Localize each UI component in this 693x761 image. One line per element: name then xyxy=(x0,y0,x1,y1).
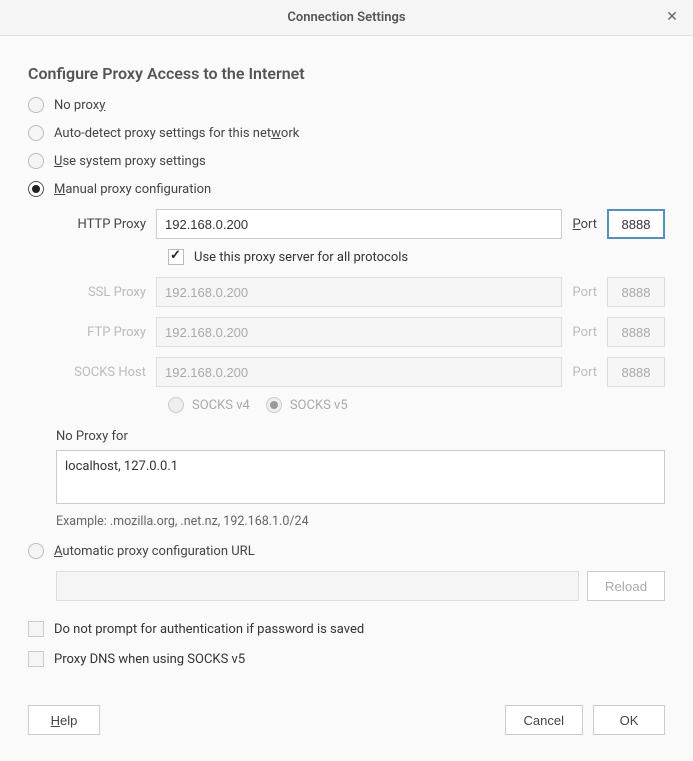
page-heading: Configure Proxy Access to the Internet xyxy=(28,64,665,83)
http-proxy-input[interactable] xyxy=(156,209,562,239)
radio-icon xyxy=(28,543,44,559)
dialog-footer: Help Cancel OK xyxy=(0,699,693,755)
autoconfig-url-input xyxy=(56,571,579,601)
titlebar: Connection Settings ✕ xyxy=(0,0,693,36)
help-button[interactable]: Help xyxy=(28,705,100,735)
no-proxy-for-input[interactable] xyxy=(56,450,665,504)
socks-v5-label: SOCKS v5 xyxy=(290,398,348,413)
ssl-port-label: Port xyxy=(572,285,597,300)
radio-icon xyxy=(28,153,44,169)
socks-port-input xyxy=(607,357,665,387)
ssl-proxy-row: SSL Proxy Port xyxy=(56,277,665,307)
radio-autodetect[interactable]: Auto-detect proxy settings for this netw… xyxy=(28,125,665,141)
ok-button[interactable]: OK xyxy=(593,705,665,735)
radio-system-proxy[interactable]: Use system proxy settings xyxy=(28,153,665,169)
socks-host-input xyxy=(156,357,562,387)
ftp-port-label: Port xyxy=(572,325,597,340)
radio-label: No proxy xyxy=(54,98,105,113)
radio-icon xyxy=(28,125,44,141)
ftp-proxy-label: FTP Proxy xyxy=(56,325,146,340)
checkbox-icon xyxy=(28,621,44,637)
http-port-label: Port xyxy=(572,217,597,232)
ssl-port-input xyxy=(607,277,665,307)
http-proxy-row: HTTP Proxy Port xyxy=(56,209,665,239)
radio-label: Automatic proxy configuration URL xyxy=(54,544,255,559)
ftp-proxy-input xyxy=(156,317,562,347)
socks-v4-label: SOCKS v4 xyxy=(192,398,250,413)
ftp-proxy-row: FTP Proxy Port xyxy=(56,317,665,347)
autoconfig-url-row: Reload xyxy=(56,571,665,601)
radio-autoconfig-url[interactable]: Automatic proxy configuration URL xyxy=(28,543,665,559)
no-proxy-example: Example: .mozilla.org, .net.nz, 192.168.… xyxy=(56,514,665,529)
radio-socks-v5 xyxy=(266,397,282,413)
radio-icon xyxy=(28,181,44,197)
checkbox-label: Use this proxy server for all protocols xyxy=(194,250,408,265)
bottom-options: Do not prompt for authentication if pass… xyxy=(28,621,665,667)
radio-label: Use system proxy settings xyxy=(54,154,206,169)
http-port-input[interactable] xyxy=(607,209,665,239)
checkbox-icon xyxy=(168,249,184,265)
proxy-dns-socks5-checkbox[interactable]: Proxy DNS when using SOCKS v5 xyxy=(28,651,665,667)
window-title: Connection Settings xyxy=(287,10,405,25)
http-proxy-label: HTTP Proxy xyxy=(56,217,146,232)
manual-proxy-section: HTTP Proxy Port Use this proxy server fo… xyxy=(56,209,665,413)
reload-button: Reload xyxy=(587,571,665,601)
ssl-proxy-label: SSL Proxy xyxy=(56,285,146,300)
use-all-protocols-checkbox[interactable]: Use this proxy server for all protocols xyxy=(168,249,665,265)
ssl-proxy-input xyxy=(156,277,562,307)
radio-manual-proxy[interactable]: Manual proxy configuration xyxy=(28,181,665,197)
socks-host-row: SOCKS Host Port xyxy=(56,357,665,387)
radio-label: Auto-detect proxy settings for this netw… xyxy=(54,126,299,141)
socks-host-label: SOCKS Host xyxy=(56,365,146,380)
radio-socks-v4 xyxy=(168,397,184,413)
dialog-content: Configure Proxy Access to the Internet N… xyxy=(0,36,693,699)
checkbox-label: Do not prompt for authentication if pass… xyxy=(54,622,364,637)
ftp-port-input xyxy=(607,317,665,347)
close-icon[interactable]: ✕ xyxy=(663,8,681,26)
radio-label: Manual proxy configuration xyxy=(54,182,211,197)
checkbox-label: Proxy DNS when using SOCKS v5 xyxy=(54,652,245,667)
checkbox-icon xyxy=(28,651,44,667)
socks-version-group: SOCKS v4 SOCKS v5 xyxy=(168,397,665,413)
no-proxy-for-label: No Proxy for xyxy=(56,429,665,444)
socks-port-label: Port xyxy=(572,365,597,380)
radio-no-proxy[interactable]: No proxy xyxy=(28,97,665,113)
cancel-button[interactable]: Cancel xyxy=(505,705,583,735)
no-prompt-auth-checkbox[interactable]: Do not prompt for authentication if pass… xyxy=(28,621,665,637)
radio-icon xyxy=(28,97,44,113)
